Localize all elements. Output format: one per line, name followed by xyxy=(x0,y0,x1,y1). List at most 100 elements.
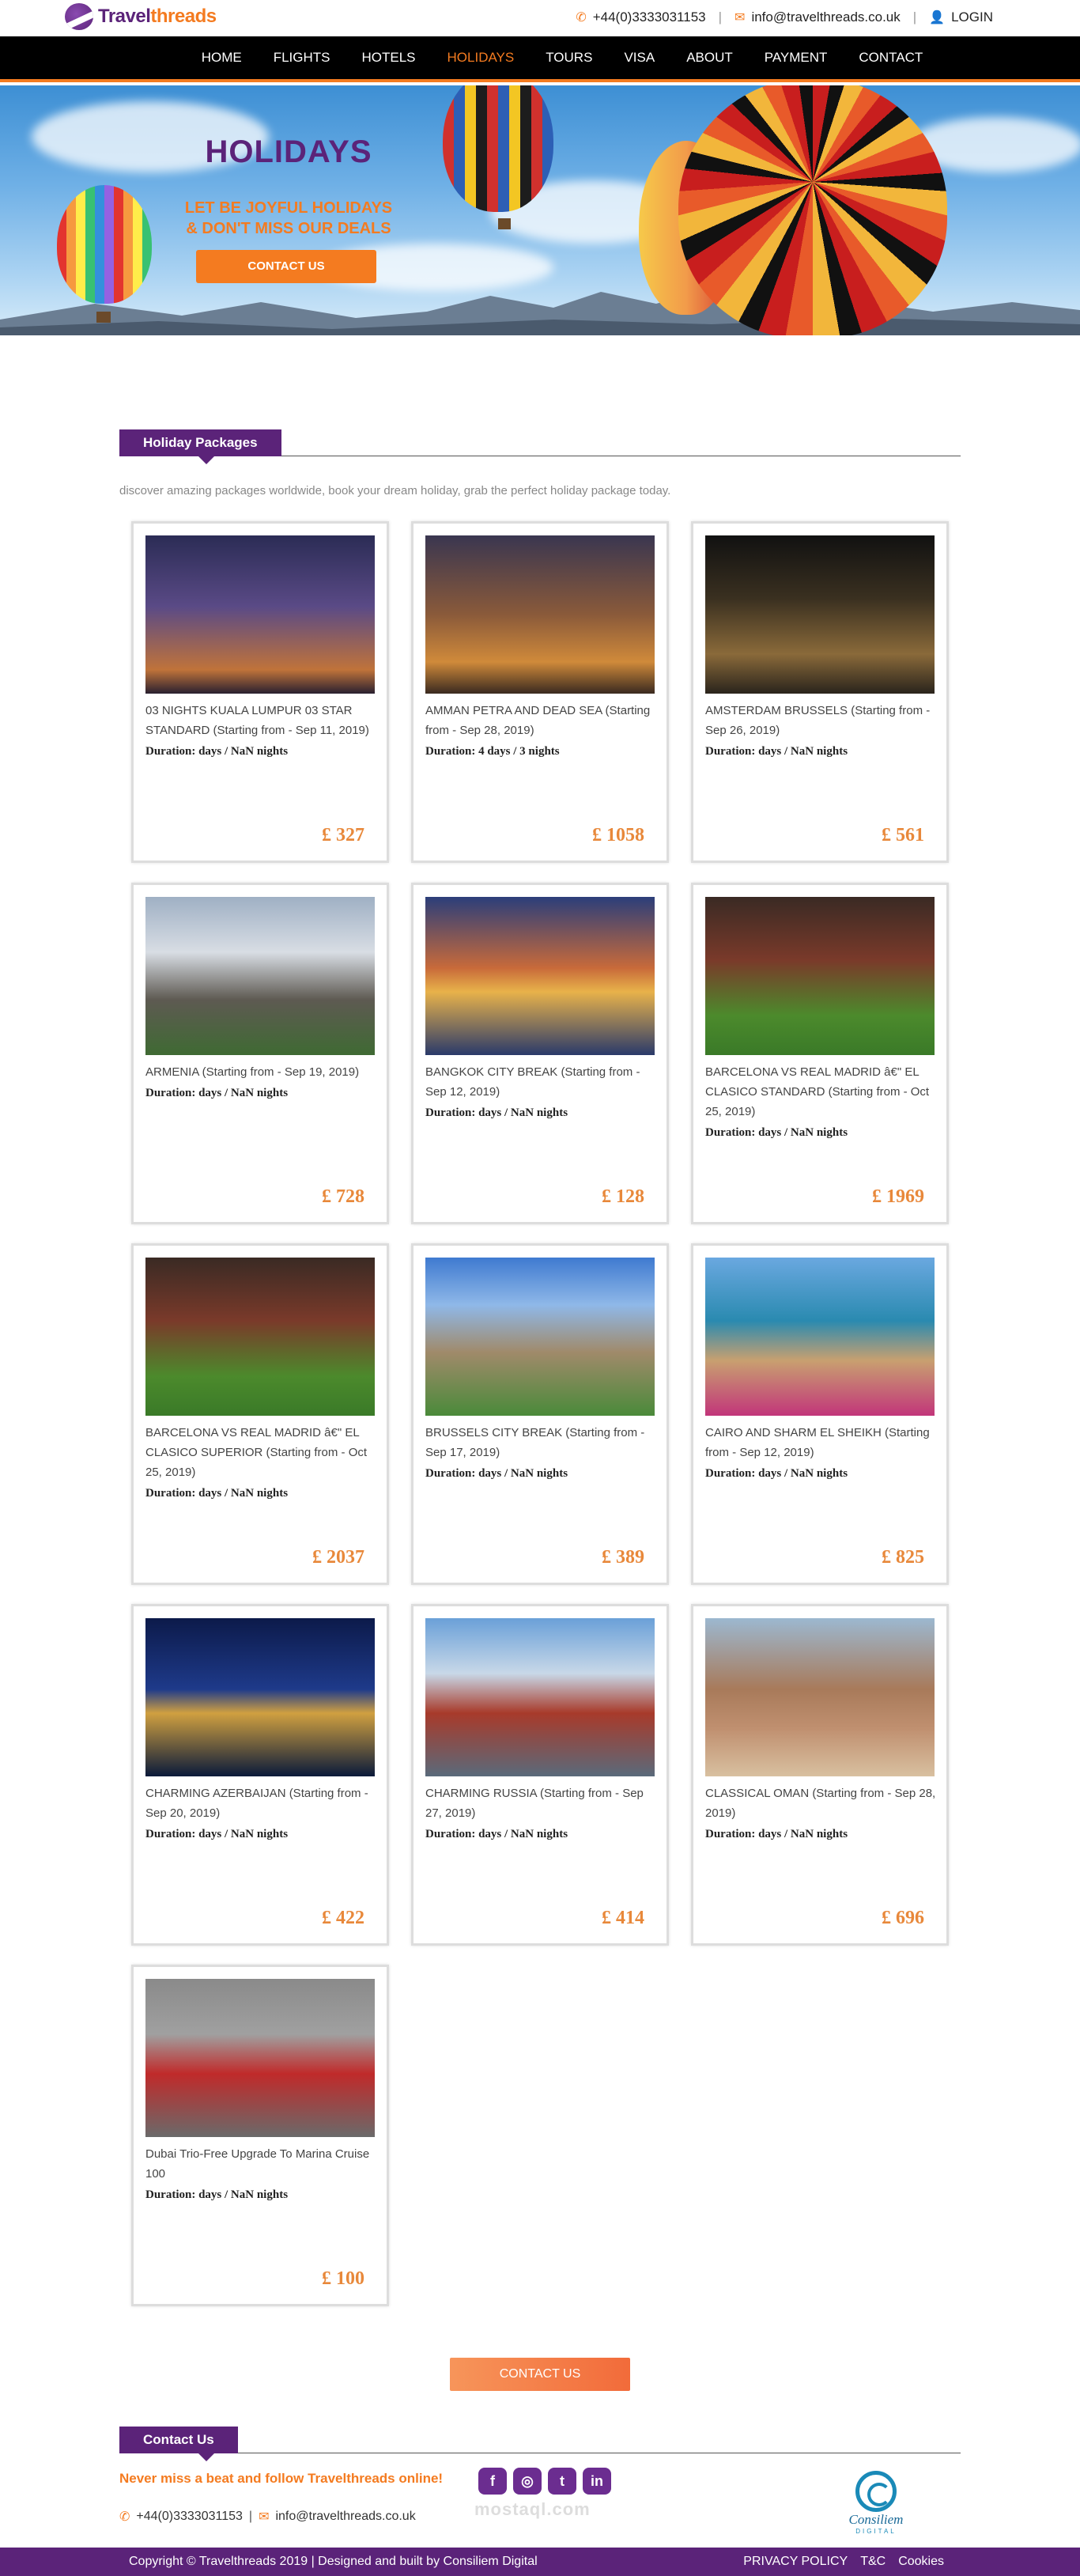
package-image[interactable] xyxy=(145,1618,375,1776)
package-card[interactable]: 03 NIGHTS KUALA LUMPUR 03 STAR STANDARD … xyxy=(131,521,389,863)
contact-us-button[interactable]: CONTACT US xyxy=(450,2358,630,2391)
user-icon: 👤 xyxy=(929,11,946,25)
contact-heading: Contact Us xyxy=(119,2427,238,2461)
package-image[interactable] xyxy=(705,1258,935,1416)
package-card[interactable]: BANGKOK CITY BREAK (Starting from - Sep … xyxy=(411,883,669,1224)
hero-contact-button[interactable]: CONTACT US xyxy=(196,250,376,283)
package-card[interactable]: BARCELONA VS REAL MADRID â€" EL CLASICO … xyxy=(131,1243,389,1585)
divider: | xyxy=(248,2510,253,2523)
nav-item-home[interactable]: HOME xyxy=(202,50,242,66)
instagram-icon[interactable]: ◎ xyxy=(513,2468,542,2495)
balloon-basket xyxy=(96,312,111,323)
package-image[interactable] xyxy=(705,1618,935,1776)
package-title[interactable]: AMSTERDAM BRUSSELS (Starting from - Sep … xyxy=(705,701,936,740)
top-phone[interactable]: +44(0)3333031153 xyxy=(593,9,706,25)
partner-name: Consiliem xyxy=(848,2512,904,2527)
nav-item-hotels[interactable]: HOTELS xyxy=(361,50,415,66)
linkedin-icon[interactable]: in xyxy=(583,2468,611,2495)
contact-header: Contact Us xyxy=(119,2427,961,2461)
package-title[interactable]: CHARMING RUSSIA (Starting from - Sep 27,… xyxy=(425,1784,656,1823)
package-title[interactable]: Dubai Trio-Free Upgrade To Marina Cruise… xyxy=(145,2144,376,2184)
nav-item-flights[interactable]: FLIGHTS xyxy=(274,50,330,66)
package-price: £ 389 xyxy=(602,1547,644,1568)
package-duration: Duration: days / NaN nights xyxy=(425,1828,568,1840)
footer-link-cookies[interactable]: Cookies xyxy=(898,2555,944,2569)
footer-email[interactable]: info@travelthreads.co.uk xyxy=(275,2510,415,2524)
logo[interactable]: Travelthreads xyxy=(65,3,217,30)
balloon-right xyxy=(678,85,947,335)
package-image[interactable] xyxy=(425,897,655,1055)
package-info: CHARMING RUSSIA (Starting from - Sep 27,… xyxy=(425,1784,656,1844)
hero-subtitle: LET BE JOYFUL HOLIDAYS & DON'T MISS OUR … xyxy=(166,198,411,239)
package-title[interactable]: AMMAN PETRA AND DEAD SEA (Starting from … xyxy=(425,701,656,740)
package-title[interactable]: BRUSSELS CITY BREAK (Starting from - Sep… xyxy=(425,1423,656,1462)
nav-item-tours[interactable]: TOURS xyxy=(546,50,592,66)
package-image[interactable] xyxy=(425,1618,655,1776)
package-card[interactable]: AMSTERDAM BRUSSELS (Starting from - Sep … xyxy=(691,521,949,863)
package-image[interactable] xyxy=(705,535,935,694)
package-card[interactable]: CHARMING RUSSIA (Starting from - Sep 27,… xyxy=(411,1604,669,1946)
nav-item-payment[interactable]: PAYMENT xyxy=(765,50,828,66)
package-price: £ 1969 xyxy=(872,1186,924,1207)
balloon-center xyxy=(443,85,553,212)
facebook-icon[interactable]: f xyxy=(478,2468,507,2495)
package-duration: Duration: days / NaN nights xyxy=(145,1087,289,1099)
package-card[interactable]: CAIRO AND SHARM EL SHEIKH (Starting from… xyxy=(691,1243,949,1585)
package-info: AMSTERDAM BRUSSELS (Starting from - Sep … xyxy=(705,701,936,762)
login-link[interactable]: LOGIN xyxy=(951,9,993,25)
package-title[interactable]: BARCELONA VS REAL MADRID â€" EL CLASICO … xyxy=(145,1423,376,1482)
package-card[interactable]: BARCELONA VS REAL MADRID â€" EL CLASICO … xyxy=(691,883,949,1224)
package-info: AMMAN PETRA AND DEAD SEA (Starting from … xyxy=(425,701,656,762)
package-image[interactable] xyxy=(705,897,935,1055)
package-image[interactable] xyxy=(425,1258,655,1416)
divider: | xyxy=(718,9,723,25)
package-image[interactable] xyxy=(425,535,655,694)
package-image[interactable] xyxy=(145,897,375,1055)
package-info: BARCELONA VS REAL MADRID â€" EL CLASICO … xyxy=(705,1062,936,1143)
package-duration: Duration: days / NaN nights xyxy=(145,745,289,758)
top-email[interactable]: info@travelthreads.co.uk xyxy=(751,9,900,25)
package-duration: Duration: days / NaN nights xyxy=(145,1828,289,1840)
package-title[interactable]: ARMENIA (Starting from - Sep 19, 2019) xyxy=(145,1062,376,1082)
divider: | xyxy=(912,9,917,25)
package-price: £ 414 xyxy=(602,1908,644,1928)
package-duration: Duration: days / NaN nights xyxy=(705,1126,848,1139)
twitter-icon[interactable]: t xyxy=(548,2468,576,2495)
package-title[interactable]: BARCELONA VS REAL MADRID â€" EL CLASICO … xyxy=(705,1062,936,1122)
package-price: £ 327 xyxy=(322,825,364,845)
package-duration: Duration: days / NaN nights xyxy=(145,1487,289,1500)
package-title[interactable]: 03 NIGHTS KUALA LUMPUR 03 STAR STANDARD … xyxy=(145,701,376,740)
package-card[interactable]: BRUSSELS CITY BREAK (Starting from - Sep… xyxy=(411,1243,669,1585)
package-card[interactable]: Dubai Trio-Free Upgrade To Marina Cruise… xyxy=(131,1965,389,2306)
nav-item-holidays[interactable]: HOLIDAYS xyxy=(447,50,515,66)
partner-sub: DIGITAL xyxy=(855,2528,897,2535)
watermark: mostaql.com xyxy=(474,2499,591,2519)
package-title[interactable]: CHARMING AZERBAIJAN (Starting from - Sep… xyxy=(145,1784,376,1823)
package-duration: Duration: days / NaN nights xyxy=(145,2188,289,2201)
package-info: ARMENIA (Starting from - Sep 19, 2019) Du… xyxy=(145,1062,376,1103)
package-title[interactable]: CAIRO AND SHARM EL SHEIKH (Starting from… xyxy=(705,1423,936,1462)
package-card[interactable]: AMMAN PETRA AND DEAD SEA (Starting from … xyxy=(411,521,669,863)
nav-item-about[interactable]: ABOUT xyxy=(686,50,733,66)
package-card[interactable]: CLASSICAL OMAN (Starting from - Sep 28, … xyxy=(691,1604,949,1946)
package-card[interactable]: ARMENIA (Starting from - Sep 19, 2019) Du… xyxy=(131,883,389,1224)
package-image[interactable] xyxy=(145,1258,375,1416)
package-card[interactable]: CHARMING AZERBAIJAN (Starting from - Sep… xyxy=(131,1604,389,1946)
package-title[interactable]: CLASSICAL OMAN (Starting from - Sep 28, … xyxy=(705,1784,936,1823)
balloon-left xyxy=(57,185,152,304)
package-price: £ 2037 xyxy=(312,1547,364,1568)
package-image[interactable] xyxy=(145,535,375,694)
package-info: Dubai Trio-Free Upgrade To Marina Cruise… xyxy=(145,2144,376,2205)
package-image[interactable] xyxy=(145,1979,375,2137)
package-info: CHARMING AZERBAIJAN (Starting from - Sep… xyxy=(145,1784,376,1844)
partner-logo[interactable]: Consiliem DIGITAL xyxy=(836,2471,916,2535)
footer-link-privacy-policy[interactable]: PRIVACY POLICY xyxy=(743,2555,848,2569)
nav-item-visa[interactable]: VISA xyxy=(624,50,655,66)
footer-phone[interactable]: +44(0)3333031153 xyxy=(136,2510,243,2524)
envelope-icon: ✉ xyxy=(734,11,746,25)
footer-link-t-c[interactable]: T&C xyxy=(860,2555,886,2569)
nav-item-contact[interactable]: CONTACT xyxy=(859,50,923,66)
nav-list: HOME FLIGHTS HOTELS HOLIDAYS TOURS VISA ABOUT P… xyxy=(0,36,1080,79)
package-title[interactable]: BANGKOK CITY BREAK (Starting from - Sep … xyxy=(425,1062,656,1102)
top-contacts: ✆ +44(0)3333031153 | ✉ info@travelthread… xyxy=(576,9,993,25)
